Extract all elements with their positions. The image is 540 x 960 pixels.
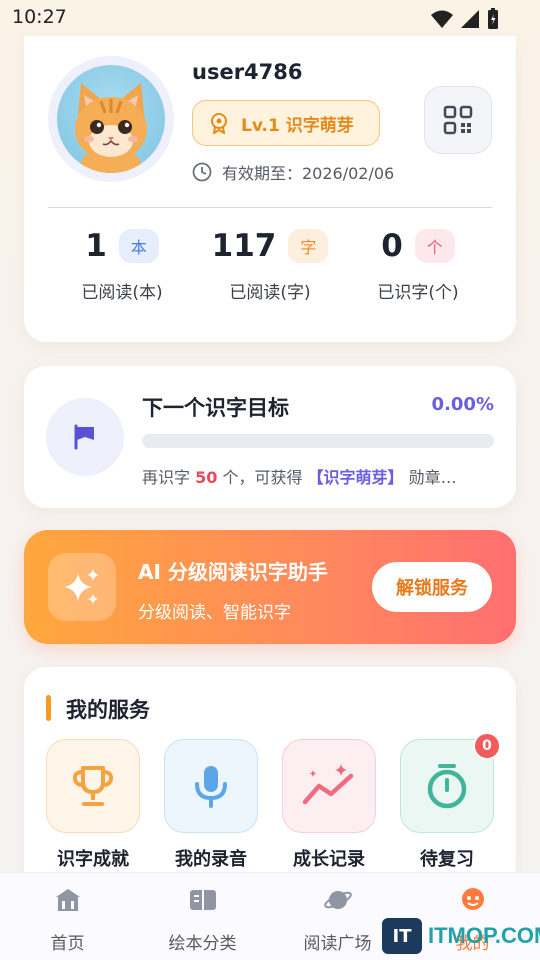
service-label: 待复习: [420, 849, 474, 870]
goal-note-mid: 个，可获得: [217, 468, 308, 487]
goal-note-prefix: 再识字: [142, 468, 196, 487]
stat-value: 117: [211, 228, 277, 264]
nav-item-home[interactable]: 首页: [0, 885, 135, 954]
service-icon-box: 0: [400, 732, 501, 833]
level-label: Lv.1 识字萌芽: [241, 115, 354, 136]
stat-tag: 个: [414, 229, 455, 263]
profile-icon: [461, 888, 484, 910]
stopwatch-icon: [427, 764, 467, 809]
stat-label: 已阅读(字): [229, 283, 311, 303]
banner-subtitle: 分级阅读、智能识字: [138, 603, 291, 623]
nav-label: 绘本分类: [168, 934, 237, 954]
stat-books-read[interactable]: 1 本 已阅读(本): [42, 226, 202, 303]
qr-code-icon: [443, 105, 473, 135]
status-icons: [430, 8, 500, 30]
goal-note-suffix: 勋章…: [403, 468, 457, 487]
sparkle-icon: [64, 569, 99, 604]
stat-label: 已识字(个): [377, 283, 459, 303]
book-icon: [189, 890, 216, 910]
signal-icon: [461, 10, 479, 28]
status-time: 10:27: [12, 6, 67, 28]
stat-chars-learned[interactable]: 0 个 已识字(个): [338, 226, 498, 303]
divider: [48, 207, 492, 208]
watermark: IT ITMOP.COM: [382, 918, 540, 954]
growth-chart-icon: [302, 764, 354, 805]
status-bar: 10:27: [0, 0, 540, 36]
medal-icon: [211, 113, 227, 134]
cat-avatar-image: [57, 65, 165, 173]
battery-icon: [488, 8, 498, 29]
service-label: 成长记录: [293, 849, 365, 870]
microphone-icon: [195, 766, 227, 808]
goal-note-badge: 【识字萌芽】: [307, 468, 404, 487]
username: user4786: [192, 60, 303, 84]
services-title: 我的服务: [66, 698, 150, 722]
nav-label: 首页: [50, 934, 85, 954]
goal-percent: 0.00%: [431, 394, 494, 415]
home-icon: [55, 889, 80, 911]
review-count-badge: 0: [473, 732, 501, 760]
my-services-card: 我的服务 识字成就 我的录音 成长记录 0 待复习: [24, 667, 516, 907]
stat-value: 0: [381, 228, 403, 264]
watermark-logo: IT: [382, 918, 422, 954]
stat-tag: 本: [118, 229, 159, 263]
watermark-text: ITMOP.COM: [428, 923, 540, 948]
banner-title: AI 分级阅读识字助手: [138, 560, 328, 584]
stat-chars-read[interactable]: 117 字 已阅读(字): [190, 226, 350, 303]
goal-icon-circle: [46, 398, 124, 476]
expiry-label: 有效期至：2026/02/06: [222, 164, 395, 183]
goal-title: 下一个识字目标: [142, 396, 289, 420]
sparkle-icon-box: [48, 553, 116, 621]
nav-item-picture-book-categories[interactable]: 绘本分类: [135, 885, 270, 954]
trophy-icon: [72, 766, 114, 806]
clock-icon: [192, 162, 212, 182]
goal-note: 再识字 50 个，可获得 【识字萌芽】 勋章…: [142, 464, 457, 488]
goal-progress-bar: [142, 434, 494, 448]
flag-icon: [74, 424, 94, 450]
section-accent-bar: [46, 695, 51, 721]
stat-value: 1: [85, 228, 107, 264]
service-icon-box: [46, 739, 140, 833]
service-to-review[interactable]: 0 待复习: [400, 732, 501, 871]
unlock-service-button[interactable]: 解锁服务: [372, 562, 492, 612]
service-my-recordings[interactable]: 我的录音: [164, 739, 258, 871]
service-growth-record[interactable]: 成长记录: [282, 739, 376, 871]
literacy-goal-card[interactable]: 下一个识字目标 0.00% 再识字 50 个，可获得 【识字萌芽】 勋章…: [24, 366, 516, 508]
cat-icon: [75, 83, 147, 173]
qr-code-button[interactable]: [424, 86, 492, 154]
service-achievements[interactable]: 识字成就: [46, 739, 140, 871]
wifi-icon: [431, 10, 453, 28]
service-icon-box: [164, 739, 258, 833]
ai-assistant-banner[interactable]: AI 分级阅读识字助手 分级阅读、智能识字 解锁服务: [24, 530, 516, 644]
avatar[interactable]: [48, 56, 174, 182]
stat-label: 已阅读(本): [81, 283, 163, 303]
planet-icon: [323, 891, 352, 909]
service-icon-box: [282, 739, 376, 833]
profile-card: user4786 Lv.1 识字萌芽 有效期至：2026/02/06 1 本 已…: [24, 36, 516, 342]
stat-tag: 字: [288, 229, 329, 263]
goal-note-count: 50: [195, 468, 218, 487]
service-label: 我的录音: [175, 849, 247, 870]
level-badge[interactable]: Lv.1 识字萌芽: [192, 100, 380, 146]
service-label: 识字成就: [57, 849, 129, 870]
expiry-row: 有效期至：2026/02/06: [192, 160, 394, 184]
